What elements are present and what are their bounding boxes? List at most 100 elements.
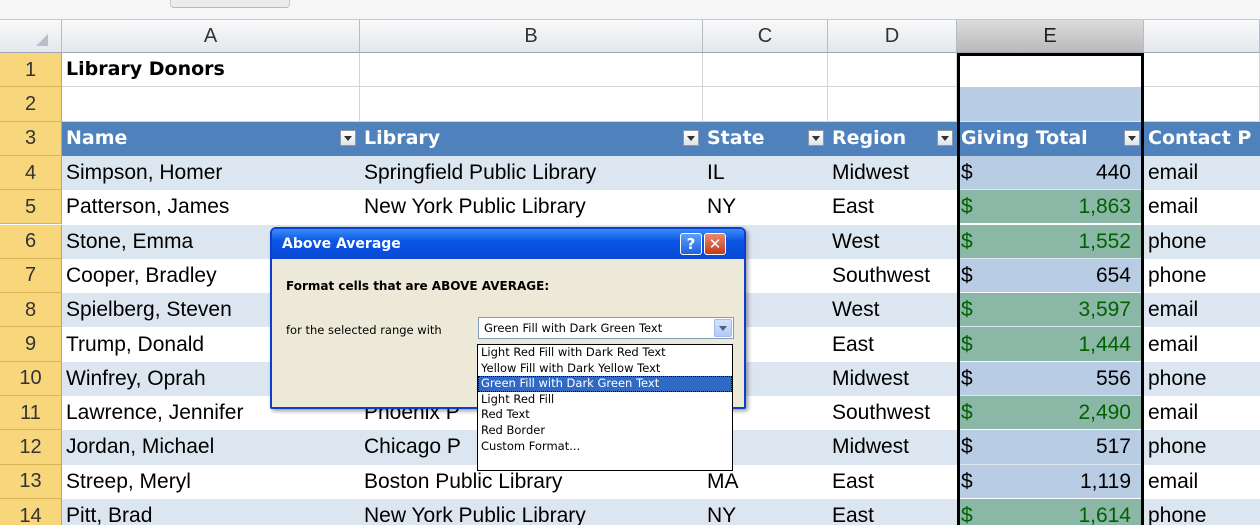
cell-name[interactable]: Patterson, James bbox=[62, 190, 360, 225]
row-header-1[interactable]: 1 bbox=[0, 53, 62, 88]
cell-library[interactable]: New York Public Library bbox=[360, 190, 703, 225]
cell-empty[interactable] bbox=[1144, 87, 1260, 122]
cell-contact[interactable]: email bbox=[1144, 464, 1260, 499]
format-option[interactable]: Light Red Fill with Dark Red Text bbox=[478, 345, 732, 361]
cell-state[interactable]: IL bbox=[703, 155, 828, 191]
cell-name[interactable]: Streep, Meryl bbox=[62, 464, 360, 499]
format-option[interactable]: Red Border bbox=[478, 423, 732, 439]
row-header-6[interactable]: 6 bbox=[0, 224, 62, 259]
cell-empty[interactable] bbox=[703, 53, 828, 88]
row-header-10[interactable]: 10 bbox=[0, 361, 62, 396]
cell-region[interactable]: Southwest bbox=[828, 258, 957, 294]
cell-empty[interactable] bbox=[828, 53, 957, 88]
cell-a1[interactable]: Library Donors bbox=[62, 53, 360, 88]
cell-region[interactable]: Midwest bbox=[828, 430, 957, 465]
table-header-2[interactable]: State bbox=[703, 121, 828, 156]
row-header-9[interactable]: 9 bbox=[0, 327, 62, 362]
dialog-title-bar[interactable]: Above Average ? ✕ bbox=[272, 229, 744, 259]
cell-contact[interactable]: email bbox=[1144, 293, 1260, 328]
cell-empty[interactable] bbox=[62, 87, 360, 122]
format-option[interactable]: Custom Format... bbox=[478, 439, 732, 455]
column-header-a[interactable]: A bbox=[62, 20, 360, 53]
filter-dropdown-icon[interactable] bbox=[808, 130, 824, 147]
cell-region[interactable]: West bbox=[828, 224, 957, 259]
cell-name[interactable]: Simpson, Homer bbox=[62, 155, 360, 191]
format-option[interactable]: Red Text bbox=[478, 407, 732, 423]
cell-contact[interactable]: email bbox=[1144, 155, 1260, 191]
column-header-e[interactable]: E bbox=[957, 20, 1144, 53]
help-icon[interactable]: ? bbox=[680, 233, 702, 255]
column-header-f[interactable] bbox=[1144, 20, 1260, 53]
cell-giving-total[interactable]: $517 bbox=[957, 430, 1144, 465]
format-options-list[interactable]: Light Red Fill with Dark Red Text Yellow … bbox=[477, 344, 733, 471]
row-header-5[interactable]: 5 bbox=[0, 190, 62, 225]
table-header-5[interactable]: Contact P bbox=[1144, 121, 1260, 156]
cell-contact[interactable]: phone bbox=[1144, 498, 1260, 525]
row-header-8[interactable]: 8 bbox=[0, 293, 62, 328]
cell-giving-total[interactable]: $1,863 bbox=[957, 190, 1144, 225]
cell-empty[interactable] bbox=[703, 87, 828, 122]
cell-giving-total[interactable]: $3,597 bbox=[957, 293, 1144, 328]
cell-giving-total[interactable]: $440 bbox=[957, 155, 1144, 191]
cell-contact[interactable]: phone bbox=[1144, 430, 1260, 465]
cell-library[interactable]: Springfield Public Library bbox=[360, 155, 703, 191]
cell-region[interactable]: Midwest bbox=[828, 155, 957, 191]
format-option[interactable]: Green Fill with Dark Green Text bbox=[478, 376, 732, 392]
cell-contact[interactable]: email bbox=[1144, 327, 1260, 362]
cell-empty[interactable] bbox=[957, 53, 1144, 88]
cell-region[interactable]: Midwest bbox=[828, 361, 957, 396]
cell-contact[interactable]: email bbox=[1144, 190, 1260, 225]
cell-name[interactable]: Jordan, Michael bbox=[62, 430, 360, 465]
cell-region[interactable]: East bbox=[828, 327, 957, 362]
dropdown-arrow-icon[interactable] bbox=[714, 319, 732, 337]
table-header-3[interactable]: Region bbox=[828, 121, 957, 156]
cell-library[interactable]: New York Public Library bbox=[360, 498, 703, 525]
cell-region[interactable]: West bbox=[828, 293, 957, 328]
column-header-d[interactable]: D bbox=[828, 20, 957, 53]
cell-giving-total[interactable]: $556 bbox=[957, 361, 1144, 396]
cell-contact[interactable]: email bbox=[1144, 396, 1260, 431]
row-header-4[interactable]: 4 bbox=[0, 155, 62, 191]
filter-dropdown-icon[interactable] bbox=[1124, 130, 1140, 147]
cell-giving-total[interactable]: $1,614 bbox=[957, 498, 1144, 525]
table-header-4[interactable]: Giving Total bbox=[957, 121, 1144, 156]
filter-dropdown-icon[interactable] bbox=[340, 130, 356, 147]
cell-contact[interactable]: phone bbox=[1144, 361, 1260, 396]
cell-region[interactable]: Southwest bbox=[828, 396, 957, 431]
row-header-14[interactable]: 14 bbox=[0, 498, 62, 525]
cell-region[interactable]: East bbox=[828, 190, 957, 225]
close-icon[interactable]: ✕ bbox=[704, 233, 726, 255]
cell-contact[interactable]: phone bbox=[1144, 258, 1260, 294]
column-header-b[interactable]: B bbox=[360, 20, 703, 53]
table-header-0[interactable]: Name bbox=[62, 121, 360, 156]
cell-name[interactable]: Pitt, Brad bbox=[62, 498, 360, 525]
cell-giving-total[interactable]: $1,552 bbox=[957, 224, 1144, 259]
cell-region[interactable]: East bbox=[828, 464, 957, 499]
cell-giving-total[interactable]: $1,444 bbox=[957, 327, 1144, 362]
cell-empty[interactable] bbox=[1144, 53, 1260, 88]
cell-empty[interactable] bbox=[828, 87, 957, 122]
select-all-corner[interactable] bbox=[0, 20, 62, 53]
row-header-2[interactable]: 2 bbox=[0, 87, 62, 122]
filter-dropdown-icon[interactable] bbox=[683, 130, 699, 147]
row-header-13[interactable]: 13 bbox=[0, 464, 62, 499]
row-header-7[interactable]: 7 bbox=[0, 258, 62, 294]
row-header-3[interactable]: 3 bbox=[0, 121, 62, 156]
cell-giving-total[interactable]: $2,490 bbox=[957, 396, 1144, 431]
table-header-1[interactable]: Library bbox=[360, 121, 703, 156]
cell-contact[interactable]: phone bbox=[1144, 224, 1260, 259]
cell-empty[interactable] bbox=[360, 87, 703, 122]
column-header-c[interactable]: C bbox=[703, 20, 828, 53]
cell-empty[interactable] bbox=[957, 87, 1144, 122]
cell-giving-total[interactable]: $1,119 bbox=[957, 464, 1144, 499]
cell-state[interactable]: NY bbox=[703, 498, 828, 525]
cell-region[interactable]: East bbox=[828, 498, 957, 525]
cell-giving-total[interactable]: $654 bbox=[957, 258, 1144, 294]
row-header-12[interactable]: 12 bbox=[0, 430, 62, 465]
format-option[interactable]: Light Red Fill bbox=[478, 392, 732, 408]
filter-dropdown-icon[interactable] bbox=[937, 130, 953, 147]
format-option[interactable]: Yellow Fill with Dark Yellow Text bbox=[478, 361, 732, 377]
cell-empty[interactable] bbox=[360, 53, 703, 88]
cell-state[interactable]: NY bbox=[703, 190, 828, 225]
format-select[interactable]: Green Fill with Dark Green Text bbox=[478, 317, 734, 339]
